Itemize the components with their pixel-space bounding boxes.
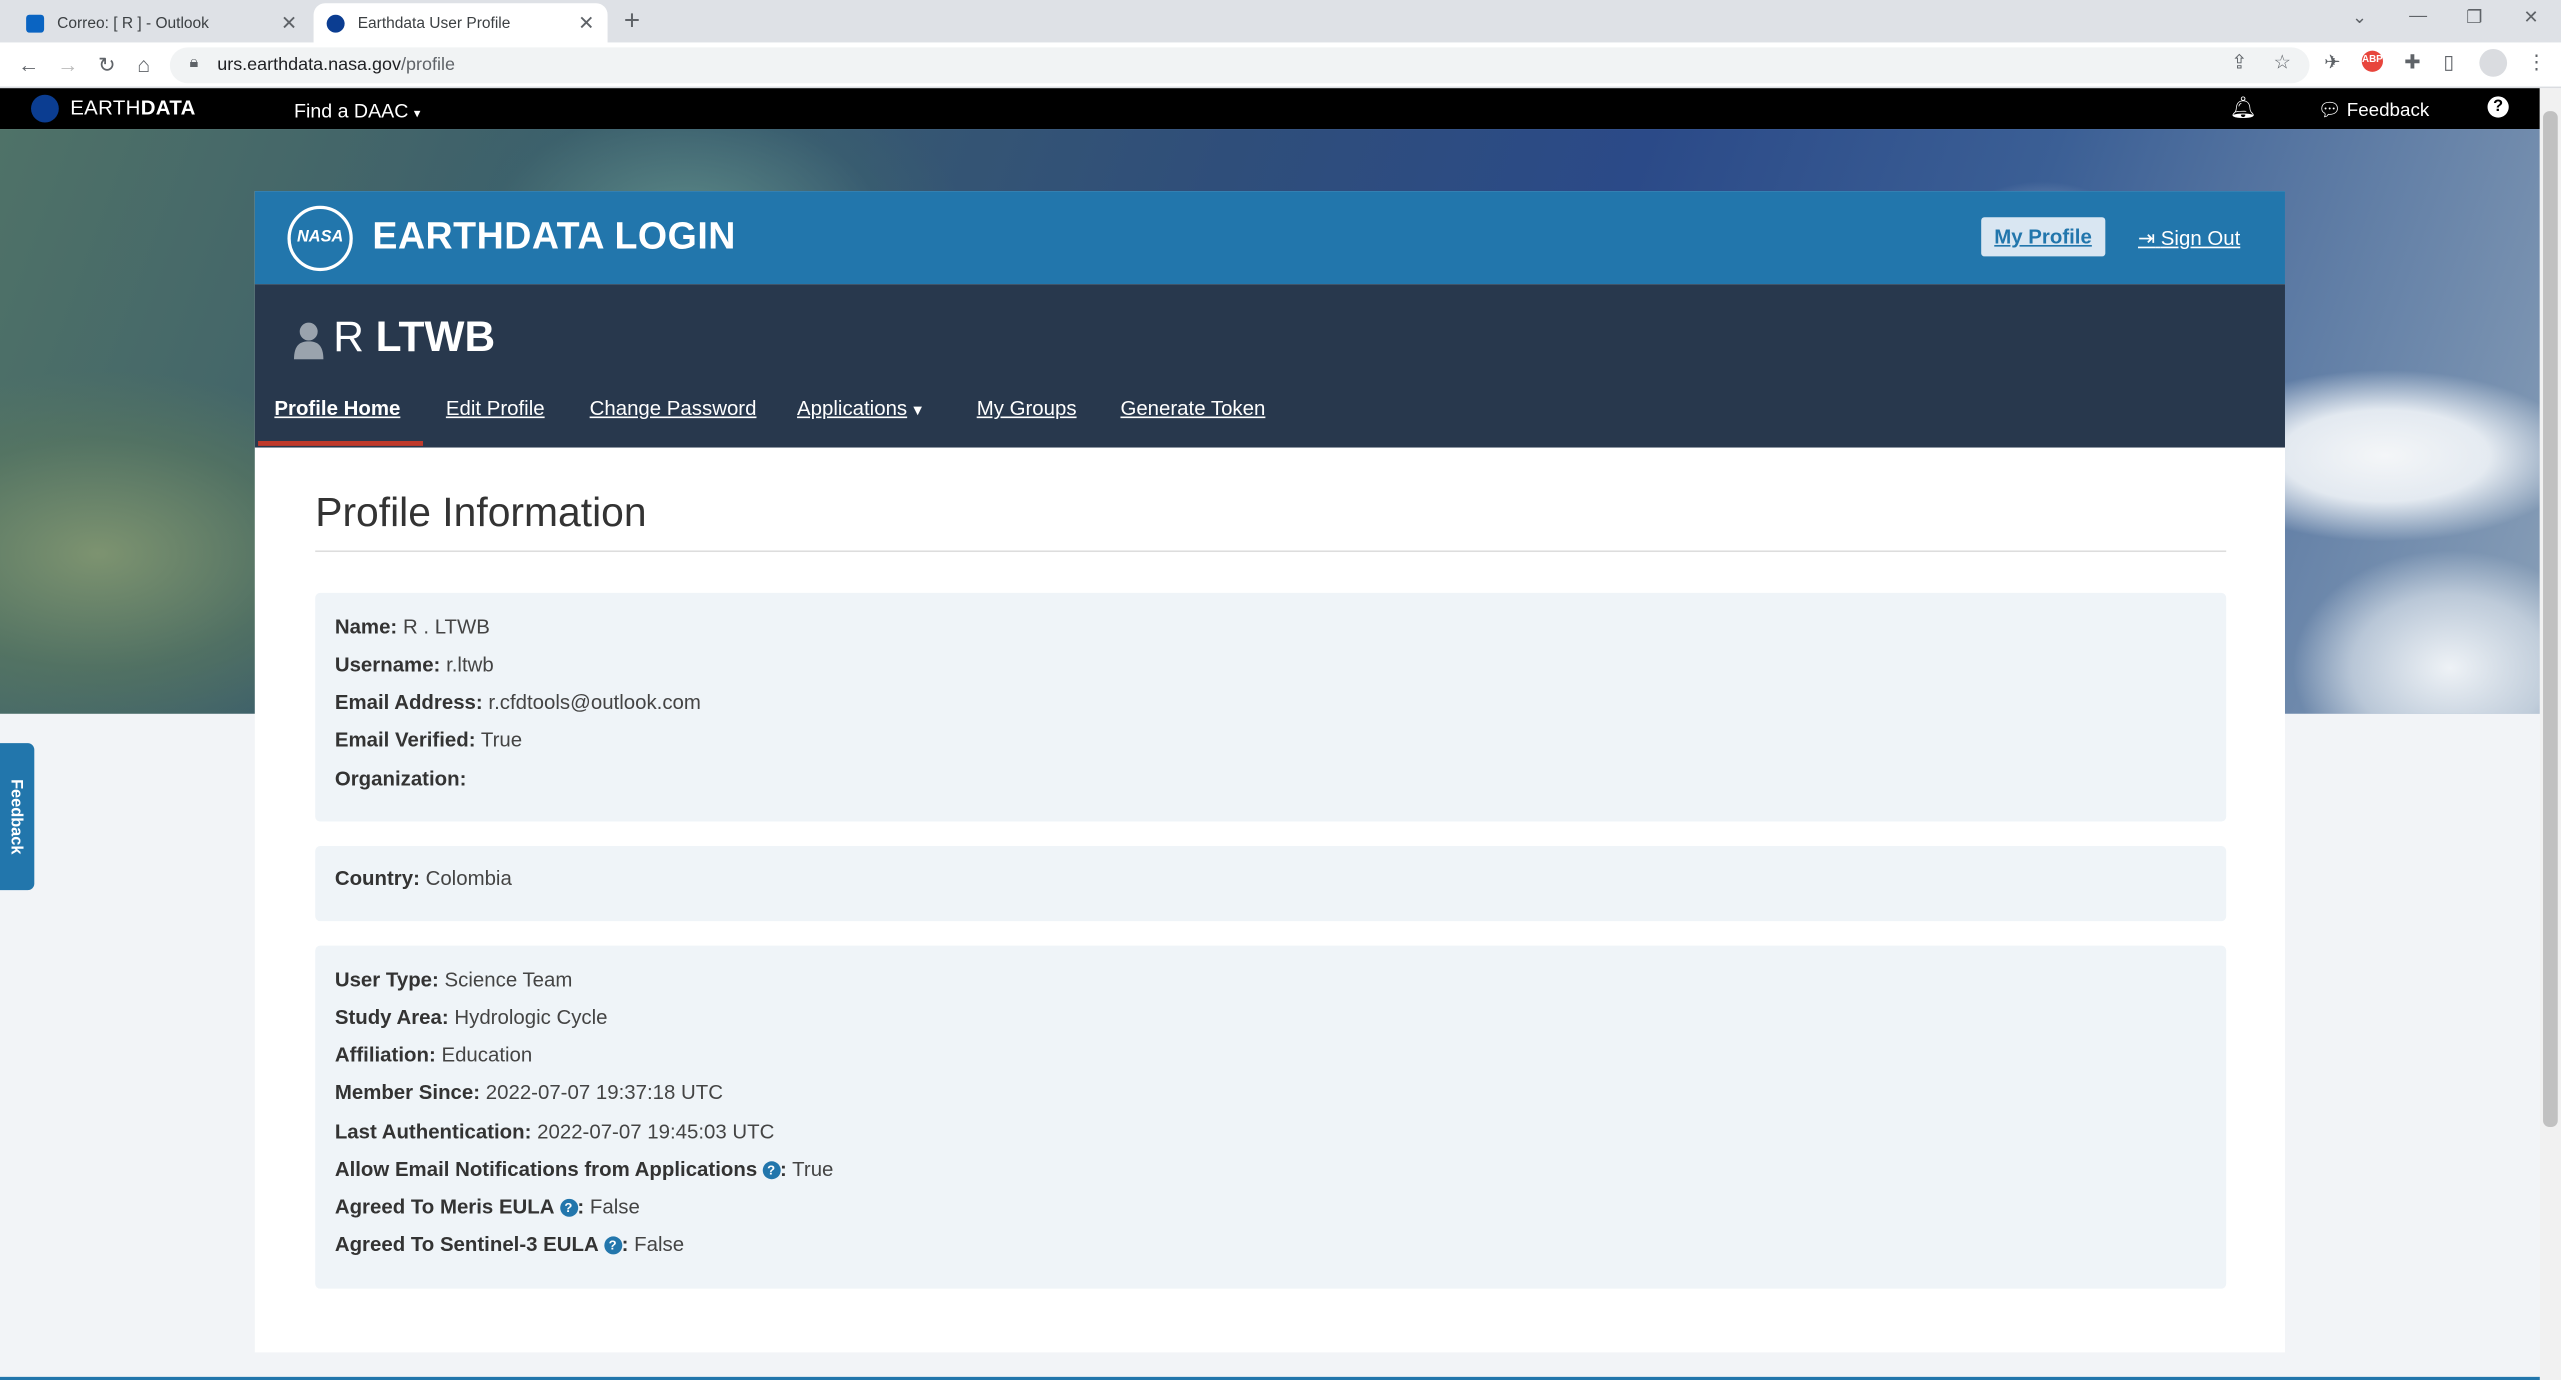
sign-out-link[interactable]: ⇥ Sign Out [2137,225,2240,250]
login-title: EARTHDATA LOGIN [372,213,736,257]
adblock-icon[interactable]: ABP [2361,50,2383,72]
side-feedback-tab[interactable]: Feedback [0,743,35,891]
avatar[interactable] [2479,48,2508,77]
tab-applications[interactable]: Applications ▼ [797,397,925,420]
share-icon[interactable]: ⇪ [2231,51,2247,74]
puzzle-icon[interactable]: ✚ [2404,51,2420,74]
nasa-meatball-logo: NASA [287,205,353,272]
help-icon[interactable]: ? [603,1236,622,1255]
study-area-row: Study Area: Hydrologic Cycle [334,1006,608,1029]
username-row: Username: r.ltwb [334,653,494,677]
user-icon [293,322,324,360]
browser-tab-earthdata[interactable]: Earthdata User Profile ✕ [313,3,608,43]
meris-eula-row: Agreed To Meris EULA?: False [334,1195,640,1219]
url-text: urs.earthdata.nasa.gov/profile [217,55,455,76]
browser-tab-strip: Correo: [ R ] - Outlook ✕ Earthdata User… [0,0,2561,43]
screen: Correo: [ R ] - Outlook ✕ Earthdata User… [0,0,2561,1380]
forward-icon[interactable]: → [57,52,78,76]
active-tab-indicator [258,440,424,446]
user-details-box: User Type: Science Team Study Area: Hydr… [315,945,2227,1289]
nasa-logo[interactable] [31,94,59,123]
divider [315,550,2227,553]
help-icon[interactable]: ? [762,1161,781,1180]
minimize-icon[interactable]: — [2409,7,2427,27]
url-field[interactable]: 🔒︎ urs.earthdata.nasa.gov/profile [169,47,2310,84]
address-bar-row: ← → ↻ ⌂ 🔒︎ urs.earthdata.nasa.gov/profil… [0,42,2561,89]
back-icon[interactable]: ← [18,52,39,76]
feedback-link[interactable]: 💬︎ Feedback [2318,98,2430,121]
organization-row: Organization: [334,767,467,791]
login-header: NASA EARTHDATA LOGIN My Profile ⇥ Sign O… [254,191,2285,285]
tab-profile-home[interactable]: Profile Home [274,397,400,420]
bell-icon[interactable]: 🔔︎ [2229,95,2256,121]
lock-icon: 🔒︎ [189,53,199,72]
tab-title: Earthdata User Profile [357,13,511,32]
profile-card: NASA EARTHDATA LOGIN My Profile ⇥ Sign O… [254,191,2285,1353]
member-since-row: Member Since: 2022-07-07 19:37:18 UTC [334,1081,723,1105]
tab-title: Correo: [ R ] - Outlook [57,13,209,32]
country-box: Country: Colombia [315,846,2227,922]
chat-icon: 💬︎ [2317,101,2342,121]
scrollbar[interactable] [2539,88,2561,1380]
caret-down-icon: ▼ [910,401,925,419]
earthdata-logo[interactable]: EARTHDATA [70,96,195,119]
my-profile-button[interactable]: My Profile [1981,217,2105,257]
email-verified-row: Email Verified: True [334,728,523,752]
sidebar-icon[interactable]: ▯ [2443,51,2454,74]
find-daac-menu[interactable]: Find a DAAC ▾ [294,100,420,123]
tab-my-groups[interactable]: My Groups [977,397,1077,420]
tab-edit-profile[interactable]: Edit Profile [446,397,545,420]
caret-down-icon: ▾ [413,106,421,121]
outlook-icon [26,13,45,32]
affiliation-row: Affiliation: Education [334,1043,533,1067]
help-icon[interactable]: ? [2487,96,2509,118]
extension-icon[interactable]: ✈ [2324,51,2340,74]
earthdata-topbar: EARTHDATA Find a DAAC ▾ 🔔︎ 💬︎ Feedback ? [0,88,2540,130]
country-row: Country: Colombia [334,867,512,891]
user-display-name: R LTWB [333,311,496,361]
scrollbar-thumb[interactable] [2543,111,2558,1127]
account-info-box: Name: R . LTWB Username: r.ltwb Email Ad… [315,592,2227,822]
close-icon[interactable]: ✕ [281,11,297,34]
help-icon[interactable]: ? [559,1198,578,1217]
tab-generate-token[interactable]: Generate Token [1120,397,1265,420]
nasa-icon [326,13,345,32]
sentinel-eula-row: Agreed To Sentinel-3 EULA?: False [334,1233,685,1257]
bookmark-star-icon[interactable]: ☆ [2274,51,2292,74]
email-notifications-row: Allow Email Notifications from Applicati… [334,1158,834,1181]
tab-change-password[interactable]: Change Password [590,397,757,420]
close-icon[interactable]: ✕ [578,11,594,34]
sign-out-icon: ⇥ [2137,227,2156,250]
close-window-icon[interactable]: ✕ [2523,7,2538,28]
menu-icon[interactable]: ⋮ [2527,51,2547,74]
new-tab-icon[interactable]: + [624,5,640,38]
page-title: Profile Information [315,489,647,536]
browser-tab-outlook[interactable]: Correo: [ R ] - Outlook ✕ [13,3,310,42]
user-type-row: User Type: Science Team [334,968,573,992]
home-icon[interactable]: ⌂ [137,52,150,76]
user-header: R LTWB Profile Home Edit Profile Change … [254,284,2285,448]
chevron-down-icon[interactable]: ⌄ [2352,7,2367,28]
email-row: Email Address: r.cfdtools@outlook.com [334,690,701,714]
reload-icon[interactable]: ↻ [98,52,116,78]
name-row: Name: R . LTWB [334,615,490,639]
restore-icon[interactable]: ❐ [2466,7,2482,28]
last-auth-row: Last Authentication: 2022-07-07 19:45:03… [334,1120,775,1144]
